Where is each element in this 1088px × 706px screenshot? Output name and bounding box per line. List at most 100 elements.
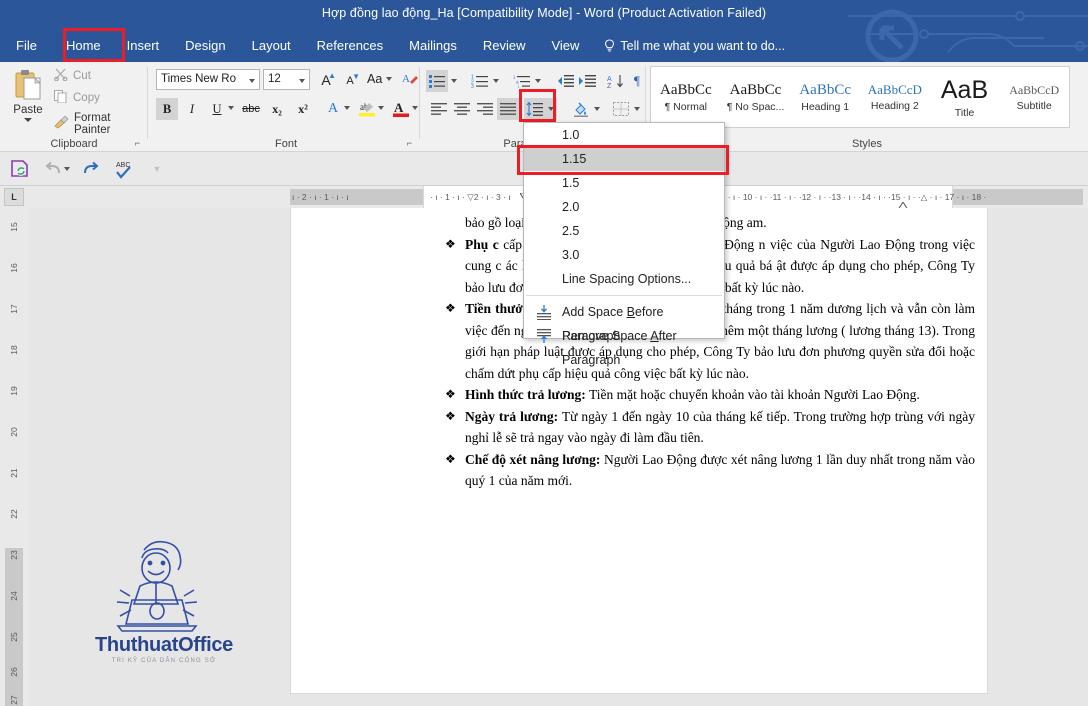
- underline-button[interactable]: U: [206, 98, 228, 120]
- subscript-button[interactable]: x₂: [266, 98, 288, 120]
- title-bar: Hợp đồng lao động_Ha [Compatibility Mode…: [0, 0, 1088, 62]
- save-button[interactable]: [8, 157, 32, 181]
- clear-formatting-button[interactable]: A: [402, 71, 418, 87]
- grow-font-button[interactable]: A ▲: [316, 71, 336, 89]
- svg-text:i: i: [518, 84, 519, 88]
- redo-button[interactable]: [78, 157, 102, 181]
- superscript-button[interactable]: x²: [292, 98, 314, 120]
- tell-me-search[interactable]: Tell me what you want to do...: [592, 39, 785, 53]
- underline-label: U: [212, 101, 222, 116]
- menu-item-add-space-before-paragraph[interactable]: Add Space Before Paragraph: [524, 300, 724, 343]
- align-center-button[interactable]: [451, 98, 473, 120]
- text-highlight-button[interactable]: ab: [356, 98, 378, 120]
- spelling-check-icon: ABC: [116, 162, 131, 179]
- save-icon: [11, 160, 28, 177]
- align-left-button[interactable]: [428, 98, 450, 120]
- sort-button[interactable]: A Z: [604, 70, 626, 92]
- numbering-button[interactable]: 1 2 3: [468, 70, 490, 92]
- format-painter-button[interactable]: Format Painter: [54, 112, 148, 136]
- align-right-button[interactable]: [474, 98, 496, 120]
- text-effects-chevron-down-icon[interactable]: [344, 106, 350, 110]
- menu-item-3-0[interactable]: 3.0: [524, 243, 724, 267]
- strikethrough-label: abc: [242, 103, 260, 115]
- strikethrough-button[interactable]: abc: [240, 98, 262, 120]
- font-name-value: Times New Ro: [161, 73, 236, 85]
- copy-icon: [54, 90, 68, 106]
- vertical-ruler[interactable]: 15 16 17 18 19 20 21 22 23 24 25 26 27: [0, 208, 960, 706]
- bold-button[interactable]: B: [156, 98, 178, 120]
- borders-button[interactable]: [610, 98, 632, 120]
- style-title[interactable]: AaB Title: [930, 67, 1000, 127]
- style-preview: AaB: [940, 75, 989, 104]
- menu-item-2-5[interactable]: 2.5: [524, 219, 724, 243]
- tab-file[interactable]: File: [0, 30, 53, 62]
- clipboard-dialog-launcher[interactable]: ⌐: [135, 138, 140, 148]
- font-size-chevron-down-icon[interactable]: [299, 79, 305, 83]
- style-preview: AaBbCc: [729, 81, 782, 98]
- tab-stop-label: L: [11, 192, 17, 202]
- highlight-chevron-down-icon[interactable]: [378, 106, 384, 110]
- style-subtitle[interactable]: AaBbCcD Subtitle: [999, 67, 1069, 127]
- change-case-button[interactable]: Aa: [367, 72, 393, 86]
- group-separator: [419, 67, 420, 139]
- customize-quick-access-button[interactable]: ▼: [145, 157, 169, 181]
- menu-item-label: 1.5: [562, 176, 580, 190]
- cut-button[interactable]: Cut: [54, 68, 91, 84]
- tab-layout[interactable]: Layout: [239, 30, 304, 62]
- paragraph-che-do-xet-nang-luong: ❖ Chế độ xét nâng lương: Người Lao Động …: [437, 449, 975, 492]
- shrink-arrow-icon: ▼: [352, 72, 360, 81]
- tab-view[interactable]: View: [538, 30, 592, 62]
- italic-button[interactable]: I: [181, 98, 203, 120]
- font-name-input[interactable]: Times New Ro: [156, 69, 260, 90]
- menu-item-1-0[interactable]: 1.0: [524, 123, 724, 147]
- underline-chevron-down-icon[interactable]: [228, 106, 234, 110]
- grow-arrow-icon: ▲: [328, 71, 336, 80]
- increase-indent-button[interactable]: [576, 70, 598, 92]
- shading-button[interactable]: [570, 98, 592, 120]
- shading-chevron-down-icon[interactable]: [591, 98, 603, 120]
- change-case-chevron-down-icon[interactable]: [386, 77, 393, 81]
- paragraph-bold-lead: Hình thức trả lương:: [465, 387, 586, 402]
- undo-chevron-down-icon[interactable]: [62, 157, 72, 181]
- borders-chevron-down-icon[interactable]: [631, 98, 643, 120]
- paste-chevron-down-icon[interactable]: [24, 118, 32, 122]
- tab-review[interactable]: Review: [470, 30, 539, 62]
- tab-design[interactable]: Design: [172, 30, 238, 62]
- clear-formatting-icon: A: [402, 73, 418, 85]
- tab-references[interactable]: References: [304, 30, 396, 62]
- menu-item-2-0[interactable]: 2.0: [524, 195, 724, 219]
- tab-mailings[interactable]: Mailings: [396, 30, 470, 62]
- scissors-icon: [54, 68, 68, 84]
- menu-item-remove-space-after-paragraph[interactable]: Remove Space After Paragraph: [524, 324, 724, 367]
- style-heading-1[interactable]: AaBbCc Heading 1: [790, 67, 860, 127]
- menu-separator: [526, 295, 722, 296]
- decrease-indent-button[interactable]: [554, 70, 576, 92]
- bullet-icon: ❖: [445, 301, 456, 315]
- tab-stop-selector[interactable]: L: [4, 188, 24, 206]
- style-no-spacing[interactable]: AaBbCc ¶ No Spac...: [721, 67, 791, 127]
- bullets-button[interactable]: [426, 70, 448, 92]
- spelling-check-button[interactable]: ABC: [112, 157, 136, 181]
- style-name: Heading 1: [801, 100, 850, 113]
- text-effects-button[interactable]: A: [322, 98, 344, 120]
- copy-button[interactable]: Copy: [54, 90, 100, 106]
- italic-label: I: [189, 101, 195, 116]
- paste-button[interactable]: Paste: [6, 66, 50, 142]
- shrink-font-button[interactable]: A ▼: [340, 72, 360, 90]
- font-size-input[interactable]: 12: [263, 69, 310, 90]
- bold-label: B: [162, 101, 172, 116]
- numbering-chevron-down-icon[interactable]: [490, 70, 502, 92]
- align-center-icon: [454, 102, 470, 115]
- text-effects-label: A: [327, 101, 339, 116]
- vruler-tick: 17: [9, 304, 19, 314]
- font-name-chevron-down-icon[interactable]: [249, 79, 255, 83]
- style-normal[interactable]: AaBbCc ¶ Normal: [651, 67, 721, 127]
- style-heading-2[interactable]: AaBbCcD Heading 2: [860, 67, 930, 127]
- document-title: Hợp đồng lao động_Ha [Compatibility Mode…: [321, 6, 767, 20]
- bullets-chevron-down-icon[interactable]: [448, 70, 460, 92]
- menu-item-line-spacing-options[interactable]: Line Spacing Options...: [524, 267, 724, 291]
- justify-button[interactable]: [497, 98, 519, 120]
- justify-icon: [500, 102, 516, 115]
- font-color-chevron-down-icon[interactable]: [412, 106, 418, 110]
- font-color-button[interactable]: A: [390, 98, 412, 120]
